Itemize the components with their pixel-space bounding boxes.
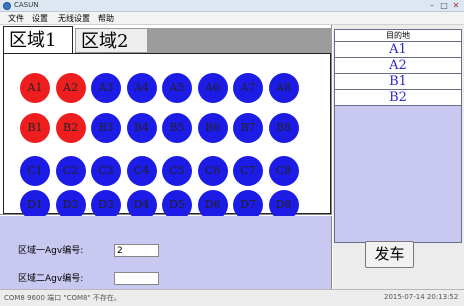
menu-help[interactable]: 帮助 (96, 13, 116, 24)
station-c5[interactable]: C5 (162, 156, 192, 186)
station-a7[interactable]: A7 (233, 73, 263, 103)
station-b4[interactable]: B4 (126, 113, 157, 143)
menu-bar: 文件 设置 无线设置 帮助 (0, 12, 464, 25)
station-a3[interactable]: A3 (91, 73, 121, 103)
station-c6[interactable]: C6 (197, 156, 228, 186)
station-c3[interactable]: C3 (91, 156, 121, 186)
close-icon[interactable]: ✕ (450, 1, 462, 11)
tab-zone-2[interactable]: 区域2 (75, 28, 148, 53)
zone1-agv-label: 区域一Agv编号: (18, 246, 84, 256)
destination-area: 目的地 A1 A2 B1 B2 发车 (333, 25, 464, 306)
station-b6[interactable]: B6 (197, 113, 228, 143)
status-datetime: 2015-07-14 20:13:52 (384, 293, 459, 301)
destination-list: 目的地 A1 A2 B1 B2 (334, 29, 462, 243)
station-b2[interactable]: B2 (55, 113, 86, 143)
minimize-icon[interactable]: – (426, 1, 438, 11)
station-c8[interactable]: C8 (268, 156, 299, 186)
app-icon (3, 2, 11, 10)
depart-button[interactable]: 发车 (365, 241, 414, 268)
station-b7[interactable]: B7 (233, 113, 263, 143)
tab-strip-background (148, 28, 332, 53)
agv-number-panel: 区域一Agv编号: 区域二Agv编号: (0, 216, 332, 289)
tab-zone-1[interactable]: 区域1 (3, 26, 73, 53)
zone-area: 区域1 区域2 A1 A2 A3 A4 A5 A6 A7 A8 B1 B2 B3 B4 B5 B6 B7 B8… (0, 25, 332, 220)
menu-settings[interactable]: 设置 (30, 13, 50, 24)
station-b3[interactable]: B3 (91, 113, 121, 143)
station-a8[interactable]: A8 (268, 73, 299, 103)
status-bar: COM8 9600 端口 "COM8" 不存在。 2015-07-14 20:1… (0, 289, 464, 306)
menu-file[interactable]: 文件 (6, 13, 26, 24)
title-bar: CASUN – □ ✕ (0, 0, 464, 12)
maximize-icon[interactable]: □ (438, 1, 450, 11)
status-port-message: COM8 9600 端口 "COM8" 不存在。 (4, 294, 121, 302)
station-a2[interactable]: A2 (55, 73, 86, 103)
station-c4[interactable]: C4 (126, 156, 157, 186)
station-c1[interactable]: C1 (20, 156, 50, 186)
station-a5[interactable]: A5 (162, 73, 192, 103)
station-a6[interactable]: A6 (197, 73, 228, 103)
window-title: CASUN (14, 1, 39, 9)
destination-item[interactable]: B2 (335, 90, 461, 106)
destination-header: 目的地 (335, 30, 461, 42)
zone1-agv-input[interactable] (114, 244, 159, 257)
station-a1[interactable]: A1 (20, 73, 50, 103)
station-b8[interactable]: B8 (268, 113, 299, 143)
station-c2[interactable]: C2 (55, 156, 86, 186)
destination-item[interactable]: A1 (335, 42, 461, 58)
station-a4[interactable]: A4 (126, 73, 157, 103)
destination-item[interactable]: B1 (335, 74, 461, 90)
station-b1[interactable]: B1 (20, 113, 50, 143)
menu-wireless-settings[interactable]: 无线设置 (56, 13, 92, 24)
station-panel: A1 A2 A3 A4 A5 A6 A7 A8 B1 B2 B3 B4 B5 B6 B7 B8 C1 C2 C3 C4… (3, 53, 331, 220)
zone2-agv-input[interactable] (114, 272, 159, 285)
station-c7[interactable]: C7 (233, 156, 263, 186)
zone2-agv-label: 区域二Agv编号: (18, 274, 84, 284)
station-b5[interactable]: B5 (162, 113, 192, 143)
destination-item[interactable]: A2 (335, 58, 461, 74)
